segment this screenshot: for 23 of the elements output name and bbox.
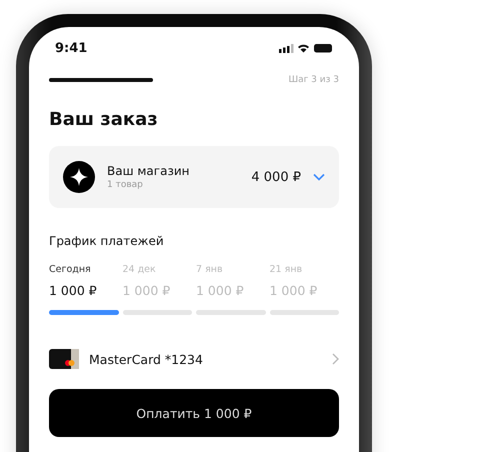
chevron-right-icon [332,353,339,365]
payment-amount: 1 000 ₽ [196,283,245,298]
page-title: Ваш заказ [49,109,159,130]
payment-date: Сегодня [49,264,92,275]
card-label: MasterCard *1234 [89,352,204,366]
sparkle-icon [63,161,95,193]
pay-button[interactable]: Оплатить 1 000 ₽ [49,389,339,437]
schedule-title: График платежей [49,234,165,248]
payment-amount: 1 000 ₽ [49,283,98,298]
bank-card-icon [49,349,79,369]
payment-method-row[interactable]: MasterCard *1234 [49,349,339,369]
payment-date: 7 янв [196,264,224,275]
order-card[interactable]: Ваш магазин 1 товар 4 000 ₽ [49,146,339,208]
order-total: 4 000 ₽ [251,170,301,184]
status-time: 9:41 [55,40,88,56]
payment-amount: 1 000 ₽ [270,283,318,298]
item-count: 1 товар [107,180,144,190]
status-icons [279,43,333,53]
step-indicator: Шаг 3 из 3 [288,75,339,85]
payment-date: 21 янв [270,264,304,275]
payment-amount: 1 000 ₽ [122,283,172,298]
payment-date: 24 дек [122,264,157,275]
shop-name: Ваш магазин [107,164,190,178]
